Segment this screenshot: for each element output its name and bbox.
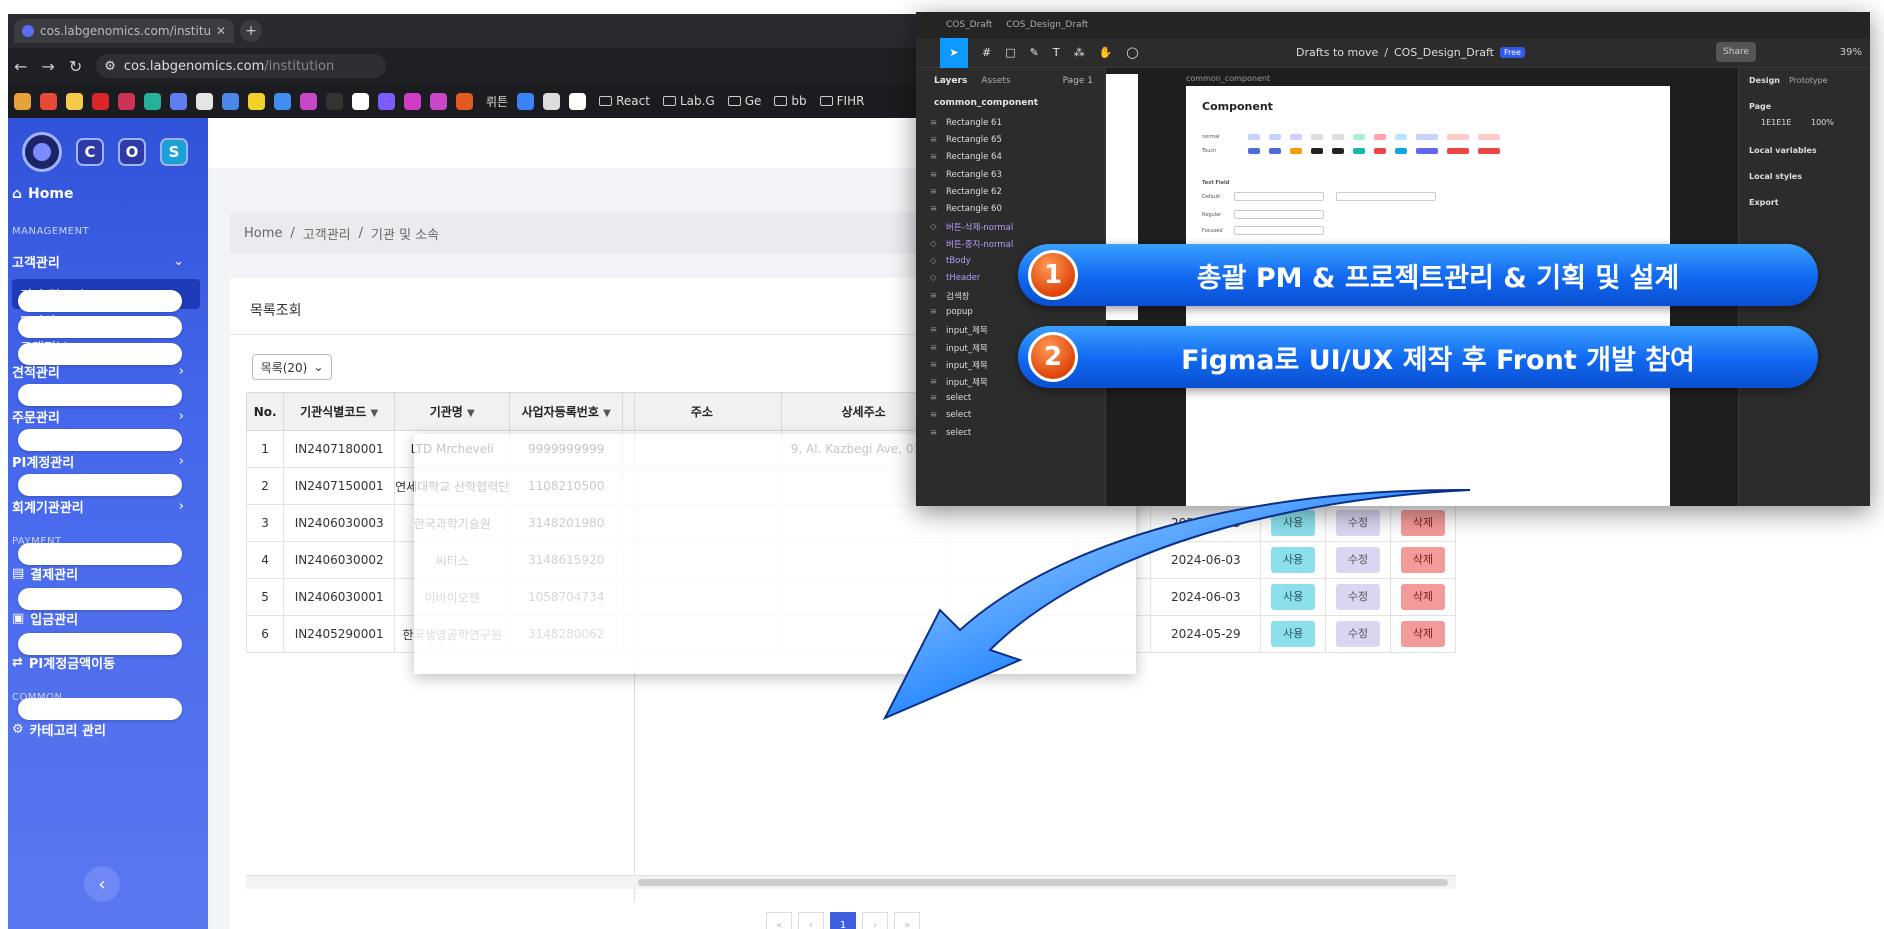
screenshot-stage: cos.labgenomics.com/instituti ✕ + ← → ↻ … bbox=[0, 0, 1884, 929]
curved-arrow-icon bbox=[882, 488, 1471, 721]
